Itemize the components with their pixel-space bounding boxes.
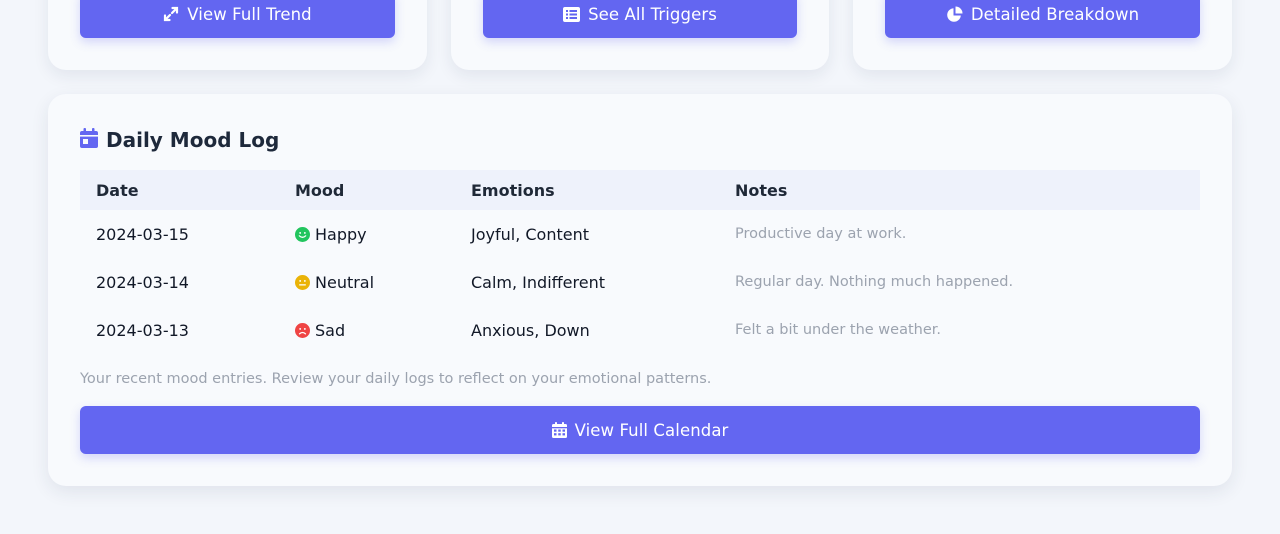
column-header-notes: Notes [735, 180, 788, 200]
mood-log-table: Date Mood Emotions Notes 2024-03-15 Happ… [80, 170, 1200, 354]
pie-chart-icon [946, 6, 963, 23]
see-all-triggers-label: See All Triggers [588, 4, 717, 24]
row-mood: Neutral [295, 273, 374, 292]
table-row: 2024-03-13 Sad Anxious, Down Felt a bit … [80, 306, 1200, 354]
view-full-trend-label: View Full Trend [187, 4, 312, 24]
table-row: 2024-03-14 Neutral Calm, Indifferent Reg… [80, 258, 1200, 306]
detailed-breakdown-label: Detailed Breakdown [970, 4, 1140, 24]
row-date: 2024-03-13 [96, 320, 189, 340]
see-all-triggers-button[interactable]: See All Triggers [483, 0, 797, 38]
top-cards-row: View Full Trend See All Triggers Detaile… [0, 0, 1280, 70]
row-date: 2024-03-15 [96, 224, 189, 244]
row-mood: Happy [295, 225, 367, 244]
table-row: 2024-03-15 Happy Joyful, Content Product… [80, 210, 1200, 258]
sad-face-icon [295, 322, 310, 338]
row-notes: Productive day at work. [735, 226, 907, 242]
row-date: 2024-03-14 [96, 272, 189, 292]
daily-mood-log-title: Daily Mood Log [80, 126, 279, 154]
row-emotions: Joyful, Content [471, 224, 589, 244]
view-full-trend-button[interactable]: View Full Trend [80, 0, 395, 38]
page-title: Daily Mood Log [106, 128, 280, 152]
mood-label: Sad [315, 320, 346, 340]
detailed-breakdown-button[interactable]: Detailed Breakdown [885, 0, 1200, 38]
table-header: Date Mood Emotions Notes [80, 170, 1200, 210]
mood-label: Neutral [315, 272, 375, 292]
calendar-grid-icon [551, 422, 567, 438]
list-icon [563, 6, 581, 22]
row-notes: Regular day. Nothing much happened. [735, 274, 1014, 290]
row-emotions: Calm, Indifferent [471, 272, 605, 292]
neutral-face-icon [295, 274, 310, 290]
row-mood: Sad [295, 321, 345, 340]
happy-face-icon [295, 226, 310, 242]
row-notes: Felt a bit under the weather. [735, 322, 941, 338]
column-header-emotions: Emotions [471, 180, 555, 200]
column-header-date: Date [96, 180, 139, 200]
expand-icon [163, 6, 179, 22]
mood-label: Happy [315, 224, 367, 244]
row-emotions: Anxious, Down [471, 320, 590, 340]
mood-log-caption: Your recent mood entries. Review your da… [80, 371, 712, 387]
view-full-calendar-label: View Full Calendar [574, 420, 729, 440]
column-header-mood: Mood [295, 180, 345, 200]
view-full-calendar-button[interactable]: View Full Calendar [80, 406, 1200, 454]
calendar-icon [80, 127, 98, 153]
